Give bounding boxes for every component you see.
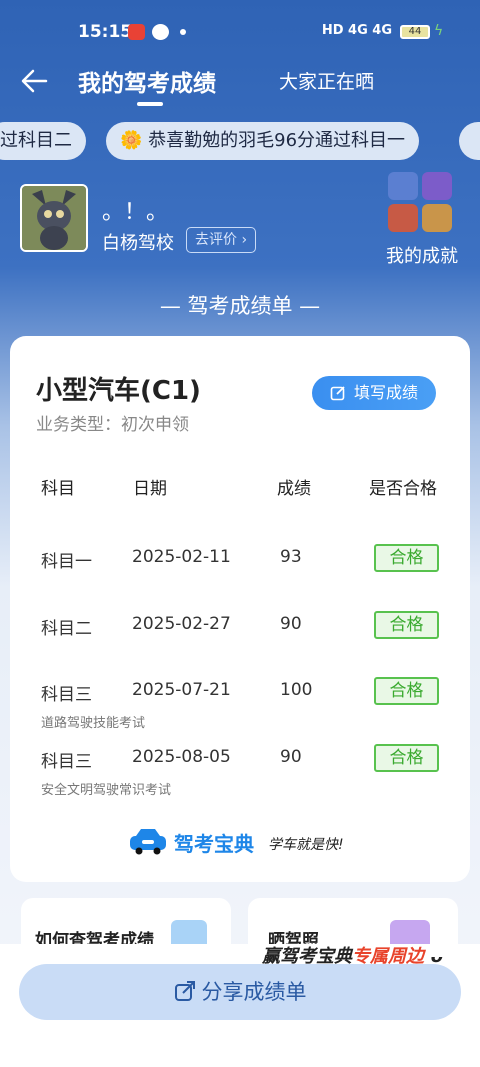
badge-icon <box>422 172 452 200</box>
avatar[interactable] <box>20 184 88 252</box>
ticker-chip-right <box>459 122 480 160</box>
status-bar: 15:15 HD 4G 4G 44 ϟ <box>0 0 480 60</box>
profile-section: 。！。 白杨驾校 去评价 › 我的成就 <box>0 172 480 274</box>
flower-icon: 🌼 <box>120 130 143 151</box>
car-logo-icon <box>130 829 166 855</box>
table-row: 科目三 2025-08-05 90 合格 安全文明驾驶常识考试 <box>10 744 470 807</box>
battery-icon: 44 <box>400 25 430 39</box>
fill-score-button[interactable]: 填写成绩 <box>312 376 436 410</box>
header-score: 成绩 <box>277 479 311 499</box>
row-subject: 科目三 <box>41 752 92 772</box>
row-date: 2025-02-27 <box>132 614 231 634</box>
row-subject: 科目三 <box>41 685 92 705</box>
row-date: 2025-07-21 <box>132 680 231 700</box>
score-sheet-title: — 驾考成绩单 — <box>159 294 321 318</box>
row-date: 2025-08-05 <box>132 747 231 767</box>
brand-slogan: 学车就是快! <box>268 837 344 853</box>
review-label: 去评价 <box>195 232 237 248</box>
username: 。！。 <box>102 200 169 225</box>
video-app-icon <box>128 24 145 40</box>
pass-badge: 合格 <box>374 611 439 639</box>
pass-badge: 合格 <box>374 544 439 572</box>
my-achievements-label[interactable]: 我的成就 <box>386 242 458 268</box>
vehicle-type: 小型汽车(C1) <box>36 376 201 406</box>
share-score-sheet-button[interactable]: 分享成绩单 <box>19 964 461 1020</box>
edit-icon <box>330 386 345 401</box>
row-score: 90 <box>280 614 302 634</box>
map-app-icon <box>152 24 169 40</box>
row-date: 2025-02-11 <box>132 547 231 567</box>
achievement-badges[interactable] <box>386 172 456 232</box>
ticker-chip-main: 🌼 恭喜勤勉的羽毛96分通过科目一 <box>106 122 420 160</box>
top-nav: 我的驾考成绩 大家正在晒 <box>0 58 480 108</box>
tab-everyone-sharing[interactable]: 大家正在晒 <box>279 67 374 94</box>
notification-dot-icon <box>180 29 186 35</box>
share-icon <box>174 981 195 1001</box>
row-note: 安全文明驾驶常识考试 <box>41 783 172 798</box>
header-subject: 科目 <box>41 479 75 499</box>
network-indicator: HD 4G 4G <box>321 23 392 38</box>
back-arrow-icon[interactable] <box>20 66 50 96</box>
row-subject: 科目二 <box>41 619 92 639</box>
brand-logo: 驾考宝典 学车就是快! <box>128 824 358 864</box>
driving-school-name[interactable]: 白杨驾校 <box>102 229 174 255</box>
header-date: 日期 <box>133 479 167 499</box>
fill-score-label: 填写成绩 <box>354 383 419 402</box>
badge-icon <box>388 172 418 200</box>
tab-my-scores[interactable]: 我的驾考成绩 <box>78 64 216 98</box>
congrats-ticker: 过科目二 🌼 恭喜勤勉的羽毛96分通过科目一 <box>0 122 480 162</box>
active-tab-indicator <box>137 102 163 106</box>
row-subject: 科目一 <box>41 552 92 572</box>
badge-icon <box>388 204 418 232</box>
avatar-image <box>22 186 86 250</box>
row-score: 93 <box>280 547 302 567</box>
brand-name: 驾考宝典 <box>174 832 254 856</box>
ticker-left-text: 过科目二 <box>0 130 72 151</box>
pass-badge: 合格 <box>374 677 439 705</box>
row-score: 90 <box>280 747 302 767</box>
header-passed: 是否合格 <box>369 479 437 499</box>
table-row: 科目三 2025-07-21 100 合格 道路驾驶技能考试 <box>10 677 470 740</box>
charging-icon: ϟ <box>434 23 444 39</box>
pass-badge: 合格 <box>374 744 439 772</box>
score-card: 小型汽车(C1) 业务类型：初次申领 填写成绩 科目 日期 成绩 是否合格 科目… <box>10 336 470 882</box>
badge-icon <box>422 204 452 232</box>
share-label: 分享成绩单 <box>201 980 307 1004</box>
row-note: 道路驾驶技能考试 <box>41 716 146 731</box>
clock: 15:15 <box>78 22 133 42</box>
review-button[interactable]: 去评价 › <box>186 227 257 253</box>
ticker-chip-left: 过科目二 <box>0 122 86 160</box>
table-row: 科目一 2025-02-11 93 合格 <box>10 544 470 607</box>
ticker-main-text: 恭喜勤勉的羽毛96分通过科目一 <box>148 130 406 151</box>
table-row: 科目二 2025-02-27 90 合格 <box>10 611 470 674</box>
business-type: 业务类型：初次申领 <box>36 415 189 435</box>
row-score: 100 <box>280 680 313 700</box>
